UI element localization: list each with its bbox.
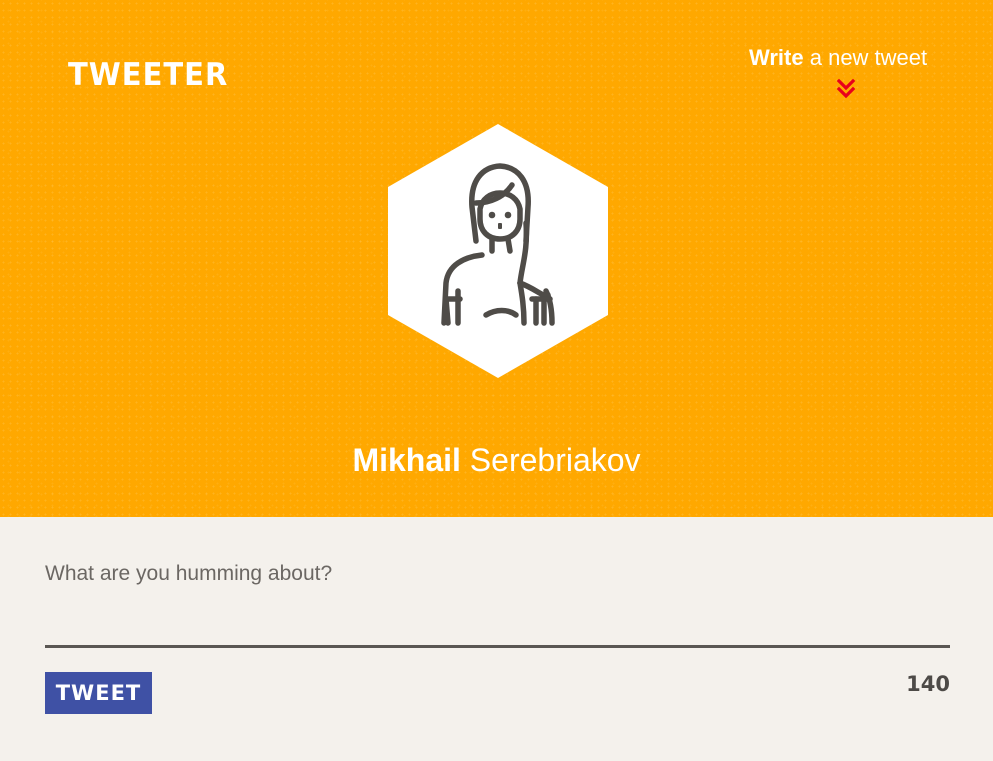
app-logo[interactable]: TWEETER <box>68 56 228 93</box>
last-name: Serebriakov <box>469 442 641 478</box>
tweet-button[interactable]: TWEET <box>45 672 152 714</box>
character-counter: 140 <box>906 672 950 696</box>
profile-hero: TWEETER Write a new tweet Mikhail Serebr… <box>0 0 993 517</box>
tweet-input[interactable] <box>45 540 950 648</box>
first-name: Mikhail <box>352 442 461 478</box>
write-link-rest: a new tweet <box>809 45 928 70</box>
write-new-tweet-link[interactable]: Write a new tweet <box>749 45 927 71</box>
profile-name: Mikhail Serebriakov <box>0 442 993 479</box>
woman-avatar-icon <box>388 124 608 378</box>
write-link-strong: Write <box>749 45 804 70</box>
chevron-double-down-icon[interactable] <box>836 78 856 100</box>
